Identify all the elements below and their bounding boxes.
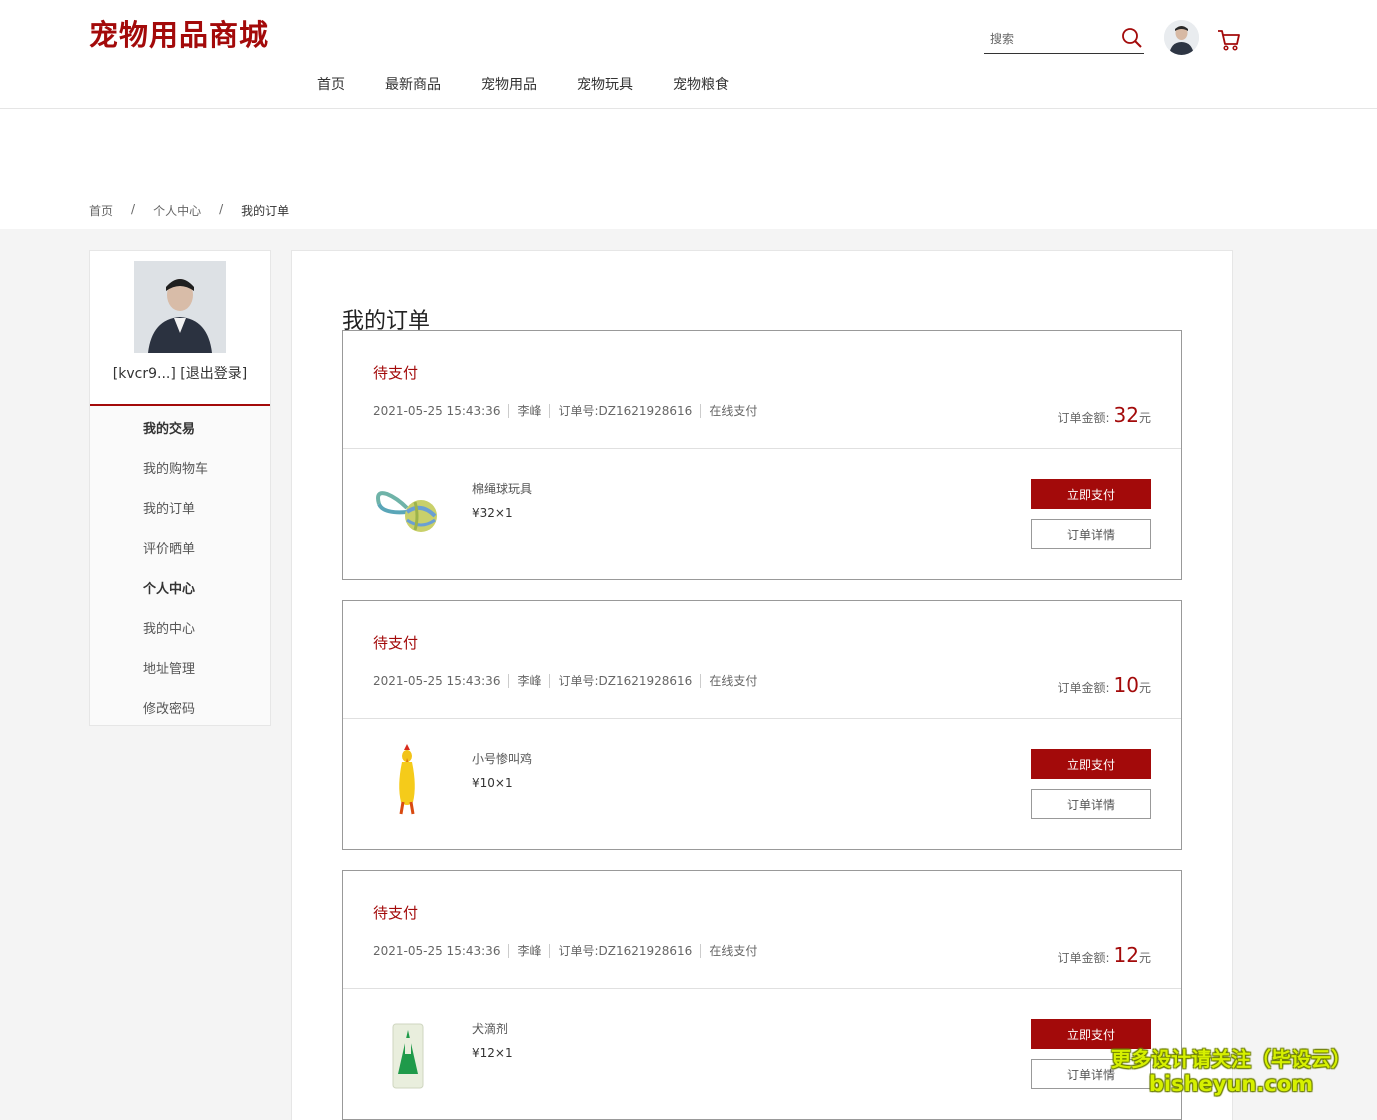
dog-drops-package-image[interactable] [373,1008,443,1092]
product-name[interactable]: 犬滴剂 [472,1020,508,1037]
sidebar-item-address[interactable]: 地址管理 [143,658,195,677]
amount-label: 订单金额: [1057,411,1110,425]
breadcrumb-user-center[interactable]: 个人中心 [153,202,201,219]
amount-label: 订单金额: [1057,951,1110,965]
order-meta: 2021-05-25 15:43:36 李峰 订单号:DZ1621928616 … [373,674,765,688]
amount-unit: 元 [1138,681,1151,695]
watermark: 更多设计请关注（毕设云） bisheyun.com [1096,1043,1366,1096]
sidebar-item-password[interactable]: 修改密码 [143,698,195,717]
breadcrumb: 首页 / 个人中心 / 我的订单 [89,202,289,219]
pay-now-button[interactable]: 立即支付 [1031,749,1151,779]
site-logo[interactable]: 宠物用品商城 [89,12,269,54]
sidebar-item-my-center[interactable]: 我的中心 [143,618,195,637]
breadcrumb-separator: / [131,202,136,216]
order-divider [343,988,1181,989]
order-number: 订单号:DZ1621928616 [549,404,700,418]
order-status: 待支付 [373,904,419,922]
order-amount: 订单金额: 10元 [1057,673,1151,697]
order-status: 待支付 [373,364,419,382]
nav-home[interactable]: 首页 [317,74,345,94]
cart-icon[interactable] [1216,28,1242,52]
amount-unit: 元 [1138,951,1151,965]
screaming-chicken-toy-image[interactable] [373,738,443,822]
order-pay-type: 在线支付 [700,404,765,418]
nav-pet-toys[interactable]: 宠物玩具 [577,74,633,94]
product-price: ¥10×1 [472,776,513,790]
sidebar-menu: 我的交易 我的购物车 我的订单 评价晒单 个人中心 我的中心 地址管理 修改密码 [90,406,270,725]
header: 宠物用品商城 首页 最新商品 宠物用品 宠物玩具 宠物粮食 首页 / 个人中心 … [0,0,1377,229]
sidebar-item-orders[interactable]: 我的订单 [143,498,195,517]
profile-photo-icon [134,261,226,353]
order-amount: 订单金额: 12元 [1057,943,1151,967]
order-meta: 2021-05-25 15:43:36 李峰 订单号:DZ1621928616 … [373,404,765,418]
logout-link[interactable]: [退出登录] [180,366,247,382]
product-name[interactable]: 小号惨叫鸡 [472,750,532,767]
order-card: 待支付 2021-05-25 15:43:36 李峰 订单号:DZ1621928… [342,870,1182,1120]
nav-new-products[interactable]: 最新商品 [385,74,441,94]
order-status: 待支付 [373,634,419,652]
pay-now-button[interactable]: 立即支付 [1031,479,1151,509]
product-name[interactable]: 棉绳球玩具 [472,480,532,497]
order-time: 2021-05-25 15:43:36 [373,404,501,418]
main-nav: 首页 最新商品 宠物用品 宠物玩具 宠物粮食 [317,74,769,94]
breadcrumb-current: 我的订单 [241,204,290,218]
user-avatar[interactable] [1164,20,1199,55]
order-buyer: 李峰 [508,404,549,418]
breadcrumb-separator: / [219,202,224,216]
amount-value: 10 [1113,673,1139,697]
order-buyer: 李峰 [508,944,549,958]
order-number: 订单号:DZ1621928616 [549,674,700,688]
nav-pet-food[interactable]: 宠物粮食 [673,74,729,94]
order-number: 订单号:DZ1621928616 [549,944,700,958]
order-divider [343,718,1181,719]
sidebar-item-cart[interactable]: 我的购物车 [143,458,208,477]
search-icon[interactable] [1120,26,1144,50]
search-box [984,24,1144,54]
order-meta: 2021-05-25 15:43:36 李峰 订单号:DZ1621928616 … [373,944,765,958]
order-card: 待支付 2021-05-25 15:43:36 李峰 订单号:DZ1621928… [342,330,1182,580]
sidebar-section-user-center: 个人中心 [143,582,196,597]
product-price: ¥32×1 [472,506,513,520]
rope-ball-toy-image[interactable] [373,468,443,552]
amount-label: 订单金额: [1057,681,1110,695]
watermark-line1: 更多设计请关注（毕设云） [1111,1047,1351,1071]
order-divider [343,448,1181,449]
header-divider [0,108,1377,109]
order-pay-type: 在线支付 [700,944,765,958]
order-card: 待支付 2021-05-25 15:43:36 李峰 订单号:DZ1621928… [342,600,1182,850]
sidebar: [kvcr9...] [退出登录] 我的交易 我的购物车 我的订单 评价晒单 个… [89,250,271,726]
amount-value: 32 [1113,403,1139,427]
user-info: [kvcr9...] [退出登录] [90,363,270,383]
amount-value: 12 [1113,943,1139,967]
sidebar-section-trade: 我的交易 [143,422,196,437]
order-pay-type: 在线支付 [700,674,765,688]
breadcrumb-home[interactable]: 首页 [89,202,113,219]
profile-photo [134,261,226,353]
nav-pet-supplies[interactable]: 宠物用品 [481,74,537,94]
order-detail-button[interactable]: 订单详情 [1031,519,1151,549]
order-time: 2021-05-25 15:43:36 [373,674,501,688]
username: [kvcr9...] [112,366,176,382]
amount-unit: 元 [1138,411,1151,425]
product-price: ¥12×1 [472,1046,513,1060]
order-detail-button[interactable]: 订单详情 [1031,789,1151,819]
watermark-line2: bisheyun.com [1148,1072,1314,1096]
search-input[interactable] [990,30,1110,48]
order-buyer: 李峰 [508,674,549,688]
order-amount: 订单金额: 32元 [1057,403,1151,427]
avatar-icon [1164,20,1199,55]
order-time: 2021-05-25 15:43:36 [373,944,501,958]
sidebar-item-reviews[interactable]: 评价晒单 [143,538,195,557]
